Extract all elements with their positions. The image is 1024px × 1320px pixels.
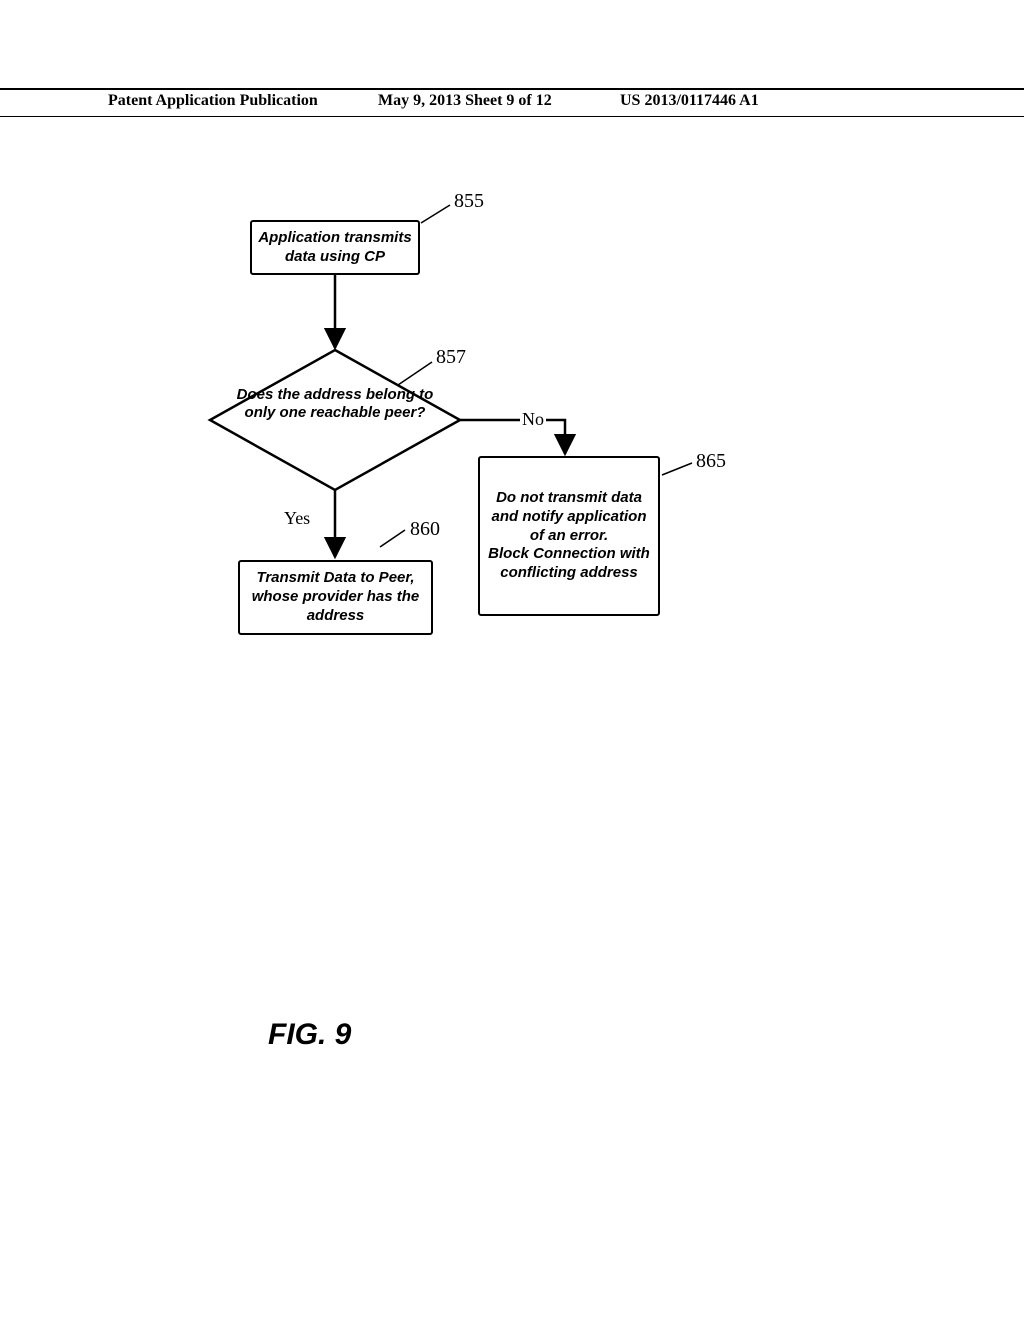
decision-857-text: Does the address belong to only one reac…	[235, 386, 435, 422]
figure-label: FIG. 9	[268, 1018, 351, 1052]
leader-860	[380, 530, 405, 547]
header-right: US 2013/0117446 A1	[620, 92, 759, 110]
edge-label-yes: Yes	[282, 508, 312, 529]
box-855: Application transmits data using CP	[250, 220, 420, 275]
leader-855	[421, 205, 450, 223]
box-865: Do not transmit data and notify applicat…	[478, 456, 660, 616]
leader-857	[398, 362, 432, 385]
edge-857-865	[460, 420, 565, 454]
ref-857: 857	[436, 346, 466, 369]
leader-865	[662, 463, 692, 475]
box-855-text: Application transmits data using CP	[258, 229, 412, 267]
edge-label-no: No	[520, 409, 546, 430]
page-header: Patent Application Publication May 9, 20…	[0, 88, 1024, 117]
ref-855: 855	[454, 190, 484, 213]
box-860: Transmit Data to Peer, whose provider ha…	[238, 560, 433, 635]
flow-svg	[0, 0, 1024, 1320]
ref-865: 865	[696, 450, 726, 473]
header-mid: May 9, 2013 Sheet 9 of 12	[378, 92, 552, 110]
box-865-text: Do not transmit data and notify applicat…	[486, 489, 652, 583]
box-860-text: Transmit Data to Peer, whose provider ha…	[246, 569, 425, 625]
header-left: Patent Application Publication	[108, 92, 318, 110]
ref-860: 860	[410, 518, 440, 541]
